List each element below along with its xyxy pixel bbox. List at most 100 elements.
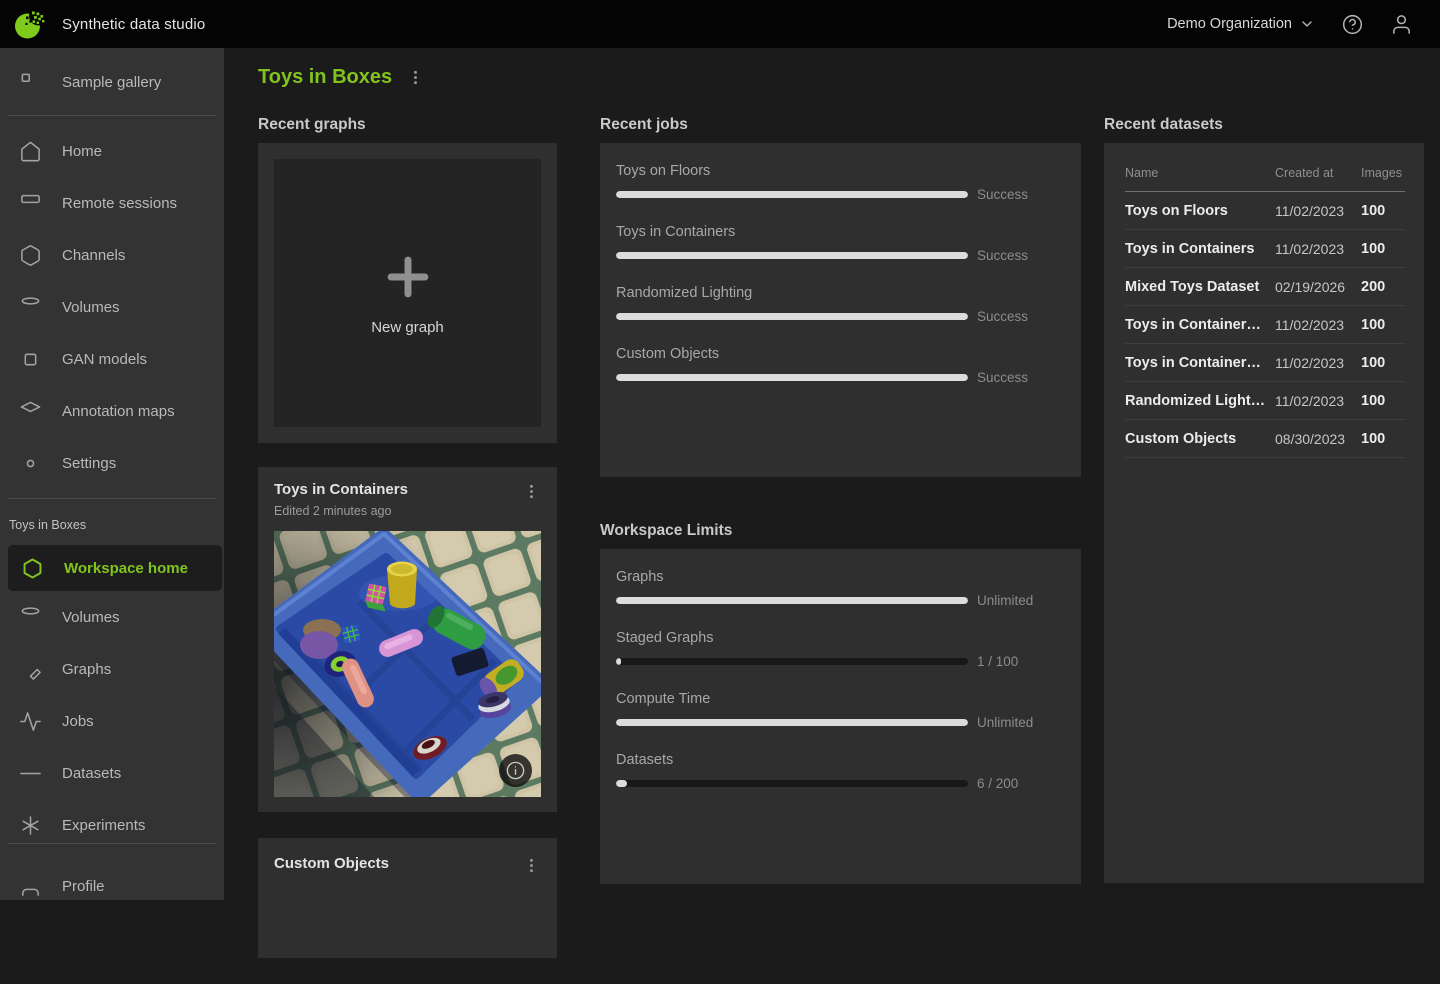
dataset-row[interactable]: Toys on Floors 11/02/2023 100 <box>1125 191 1405 230</box>
recent-graphs-heading: Recent graphs <box>258 116 366 133</box>
limit-item: Staged Graphs 1 / 100 <box>616 629 1065 669</box>
dataset-name: Toys in Containers - … <box>1125 343 1275 382</box>
dataset-created-at: 11/02/2023 <box>1275 343 1361 382</box>
sidebar-item-label: Datasets <box>62 764 122 782</box>
help-button[interactable] <box>1340 12 1364 36</box>
progress-bar <box>616 191 968 198</box>
kebab-icon <box>529 858 533 872</box>
sidebar-item-label: Experiments <box>62 816 146 834</box>
job-name: Custom Objects <box>616 346 720 362</box>
job-item[interactable]: Toys in Containers Success <box>616 223 1065 263</box>
jobs-column: Recent jobs Toys on Floors Success Toys … <box>600 115 1081 884</box>
job-status: Success <box>977 187 1029 202</box>
dataset-image-count: 200 <box>1361 267 1405 306</box>
column-header-images: Images <box>1361 143 1405 192</box>
job-status: Success <box>977 309 1029 324</box>
job-item[interactable]: Custom Objects Success <box>616 345 1065 385</box>
info-icon <box>506 761 525 780</box>
kebab-icon <box>413 70 417 84</box>
dataset-image-count: 100 <box>1361 381 1405 420</box>
sidebar-item-profile[interactable]: Profile <box>0 862 224 910</box>
recent-jobs-card: Toys on Floors Success Toys in Container… <box>600 143 1081 477</box>
graph-card-toys-in-containers[interactable]: Toys in Containers Edited 2 minutes ago <box>258 467 557 812</box>
sidebar-item-annotation-maps[interactable]: Annotation maps <box>0 385 224 437</box>
app-logo-icon[interactable] <box>13 7 47 41</box>
dataset-row[interactable]: Toys in Containers - … 11/02/2023 100 <box>1125 343 1405 382</box>
graph-card-menu-button[interactable] <box>521 481 541 501</box>
limit-value: Unlimited <box>977 715 1034 730</box>
recent-datasets-heading: Recent datasets <box>1104 116 1223 133</box>
sidebar-item-graphs[interactable]: Graphs <box>0 643 224 695</box>
graph-card-custom-objects[interactable]: Custom Objects <box>258 838 557 958</box>
sidebar-item-label: Jobs <box>62 712 94 730</box>
job-item[interactable]: Toys on Floors Success <box>616 162 1065 202</box>
box-icon <box>18 243 42 267</box>
usage-bar <box>616 658 968 665</box>
dataset-created-at: 11/02/2023 <box>1275 191 1361 230</box>
limit-item: Datasets 6 / 200 <box>616 751 1065 791</box>
new-graph-card[interactable]: New graph <box>258 143 557 443</box>
job-item[interactable]: Randomized Lighting Success <box>616 284 1065 324</box>
user-icon <box>1392 14 1410 34</box>
user-icon <box>18 874 42 898</box>
job-status: Success <box>977 248 1029 263</box>
toys-in-containers-scene <box>274 531 541 797</box>
org-switcher[interactable]: Demo Organization <box>1167 16 1315 32</box>
column-header-name: Name <box>1125 143 1275 192</box>
kebab-icon <box>529 484 533 498</box>
app-title: Synthetic data studio <box>62 15 206 33</box>
hexagon-icon <box>20 556 44 580</box>
sidebar-item-sample-gallery[interactable]: Sample gallery <box>0 58 224 106</box>
workspace-limits-heading: Workspace Limits <box>600 522 733 539</box>
topbar: Synthetic data studio Demo Organization <box>0 0 1440 48</box>
sidebar-divider <box>8 115 216 116</box>
database-icon <box>18 605 42 629</box>
sidebar-item-volumes[interactable]: Volumes <box>0 591 224 643</box>
grid-icon <box>18 70 42 94</box>
dataset-row[interactable]: Mixed Toys Dataset 02/19/2026 200 <box>1125 267 1405 306</box>
job-name: Randomized Lighting <box>616 285 753 301</box>
profile-button[interactable] <box>1389 12 1413 36</box>
sidebar-item-jobs[interactable]: Jobs <box>0 695 224 747</box>
sidebar-item-label: Volumes <box>62 298 120 316</box>
help-icon <box>1342 14 1362 34</box>
sidebar-item-volumes[interactable]: Volumes <box>0 281 224 333</box>
org-name: Demo Organization <box>1167 16 1292 32</box>
sidebar: Sample gallery Home Remote sessions Chan… <box>0 48 224 900</box>
sidebar-item-datasets[interactable]: Datasets <box>0 747 224 799</box>
dataset-image-count: 100 <box>1361 229 1405 268</box>
sidebar-item-label: Settings <box>62 454 117 472</box>
dataset-created-at: 11/02/2023 <box>1275 381 1361 420</box>
workspace-section-label: Toys in Boxes <box>9 518 87 532</box>
sidebar-item-label: Graphs <box>62 660 112 678</box>
graph-card-subtitle: Edited 2 minutes ago <box>274 504 392 518</box>
dataset-row[interactable]: Toys in Containers - … 11/02/2023 100 <box>1125 305 1405 344</box>
dataset-row[interactable]: Custom Objects 08/30/2023 100 <box>1125 419 1405 458</box>
dataset-created-at: 11/02/2023 <box>1275 305 1361 344</box>
sidebar-item-settings[interactable]: Settings <box>0 437 224 489</box>
layers-icon <box>18 399 42 423</box>
dataset-name: Custom Objects <box>1125 419 1275 458</box>
global-nav: Home Remote sessions Channels Volumes GA… <box>0 125 224 489</box>
sidebar-item-remote-sessions[interactable]: Remote sessions <box>0 177 224 229</box>
usage-bar <box>616 780 968 787</box>
dataset-row[interactable]: Randomized Lighting 11/02/2023 100 <box>1125 381 1405 420</box>
recent-graphs-column: Recent graphs New graph Toys in Containe… <box>258 115 557 984</box>
sidebar-item-channels[interactable]: Channels <box>0 229 224 281</box>
usage-bar <box>616 597 968 604</box>
sidebar-item-home[interactable]: Home <box>0 125 224 177</box>
dataset-name: Randomized Lighting <box>1125 381 1275 420</box>
sidebar-item-gan-models[interactable]: GAN models <box>0 333 224 385</box>
job-name: Toys on Floors <box>616 163 711 179</box>
limit-name: Staged Graphs <box>616 630 714 646</box>
info-button[interactable] <box>499 754 532 787</box>
dataset-row[interactable]: Toys in Containers 11/02/2023 100 <box>1125 229 1405 268</box>
progress-bar <box>616 374 968 381</box>
sidebar-item-workspace-home[interactable]: Workspace home <box>8 545 222 591</box>
dataset-name: Mixed Toys Dataset <box>1125 267 1275 306</box>
graph-card-menu-button[interactable] <box>521 855 541 875</box>
limit-name: Compute Time <box>616 691 711 707</box>
graph-thumbnail[interactable] <box>274 531 541 797</box>
page-title-menu-button[interactable] <box>405 67 425 87</box>
sidebar-divider <box>8 498 216 499</box>
